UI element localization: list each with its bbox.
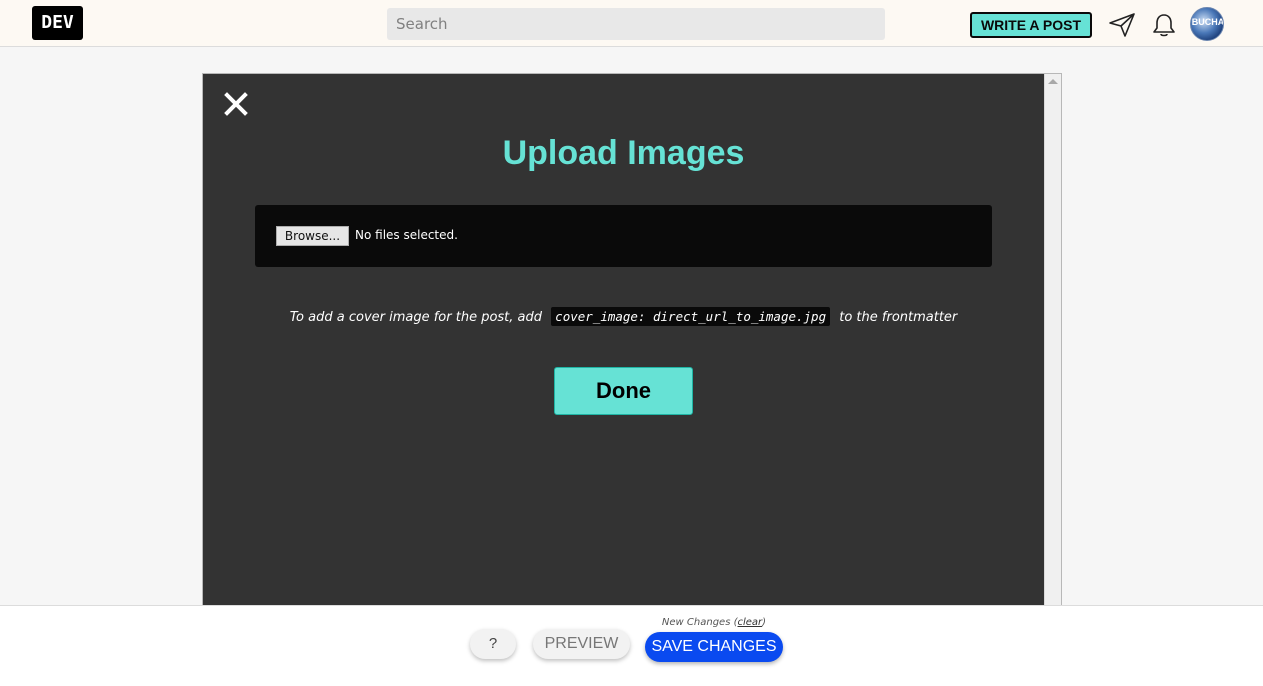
new-changes-prefix: New Changes ( [661,617,738,628]
dev-logo[interactable]: DEV [32,6,83,40]
modal-content: Upload Images Browse... No files selecte… [203,74,1044,612]
modal-title: Upload Images [502,134,745,172]
browse-button[interactable]: Browse... [276,226,349,246]
hint-text-before: To add a cover image for the post, add [289,310,543,325]
top-nav: DEV WRITE A POST BUCHA [0,0,1263,47]
scroll-up-arrow-icon[interactable] [1048,79,1058,84]
bell-icon[interactable] [1150,11,1178,39]
editor-bottom-bar: New Changes (clear) ? PREVIEW SAVE CHANG… [0,605,1263,686]
avatar[interactable]: BUCHA [1190,7,1224,41]
help-button[interactable]: ? [470,629,516,659]
cover-image-hint: To add a cover image for the post, add c… [203,307,1044,326]
save-changes-button[interactable]: SAVE CHANGES [645,632,783,662]
done-button[interactable]: Done [554,367,693,415]
file-status: No files selected. [355,228,458,242]
new-changes-note: New Changes (clear) [645,617,783,628]
clear-link[interactable]: clear [738,617,763,628]
new-changes-suffix: ) [762,617,767,628]
search-input[interactable] [387,8,885,40]
close-icon[interactable] [223,91,249,117]
send-icon[interactable] [1108,11,1136,39]
file-upload-box: Browse... No files selected. [255,205,992,267]
preview-button[interactable]: PREVIEW [533,629,630,659]
hint-text-after: to the frontmatter [839,310,958,325]
hint-code: cover_image: direct_url_to_image.jpg [551,307,831,326]
write-post-button[interactable]: WRITE A POST [970,12,1092,38]
upload-images-modal: Upload Images Browse... No files selecte… [202,73,1062,613]
avatar-label: BUCHA [1191,17,1224,27]
modal-scrollbar[interactable] [1044,74,1061,612]
